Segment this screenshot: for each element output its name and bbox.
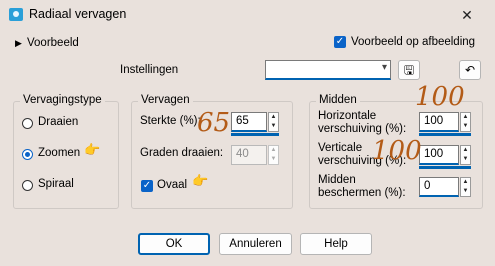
radio-draaien[interactable] bbox=[22, 118, 33, 129]
protect-label-2: beschermen (%): bbox=[318, 187, 406, 199]
v-offset-spinner[interactable]: ▲ ▼ bbox=[460, 145, 471, 165]
annotation-strength: 65 bbox=[197, 108, 231, 138]
strength-value: 65 bbox=[236, 115, 249, 127]
settings-dropdown[interactable]: ▾ bbox=[265, 60, 391, 80]
center-legend: Midden bbox=[316, 94, 360, 106]
blur-type-group: Vervagingstype Draaien Zoomen 👉 Spiraal bbox=[13, 94, 119, 209]
close-icon[interactable]: ✕ bbox=[445, 1, 489, 29]
ok-button[interactable]: OK bbox=[138, 233, 210, 255]
protect-value: 0 bbox=[424, 180, 431, 192]
annotation-v-offset: 100 bbox=[372, 136, 422, 166]
v-offset-label-1: Verticale bbox=[318, 142, 363, 154]
v-offset-input[interactable]: 100 bbox=[419, 145, 459, 165]
strength-label: Sterkte (%): bbox=[140, 115, 201, 127]
oval-label: Ovaal bbox=[157, 179, 188, 191]
reset-button[interactable]: ↶ bbox=[459, 60, 481, 80]
settings-label: Instellingen bbox=[120, 64, 179, 76]
help-button[interactable]: Help bbox=[300, 233, 372, 255]
radio-zoomen-label: Zoomen bbox=[38, 147, 81, 159]
strength-spinner[interactable]: ▲ ▼ bbox=[268, 112, 279, 132]
strength-input[interactable]: 65 bbox=[231, 112, 267, 132]
title-bar: Radiaal vervagen ✕ bbox=[0, 0, 495, 30]
rotation-input[interactable]: 40 bbox=[231, 145, 267, 165]
rotation-spinner[interactable]: ▲ ▼ bbox=[268, 145, 279, 165]
preview-on-image-label: Voorbeeld op afbeelding bbox=[351, 36, 476, 48]
v-offset-value: 100 bbox=[424, 148, 444, 160]
radio-zoomen[interactable] bbox=[22, 149, 33, 160]
app-icon bbox=[9, 8, 23, 21]
undo-icon: ↶ bbox=[464, 63, 476, 77]
preview-label: Voorbeeld bbox=[27, 37, 79, 49]
h-offset-value: 100 bbox=[424, 115, 444, 127]
radio-draaien-label: Draaien bbox=[38, 116, 79, 128]
oval-checkbox[interactable]: ✓ bbox=[141, 180, 153, 192]
annotation-h-offset: 100 bbox=[415, 82, 465, 112]
save-preset-button[interactable]: 🖫 bbox=[398, 60, 420, 80]
chevron-right-icon: ▶ bbox=[15, 38, 22, 48]
cancel-button[interactable]: Annuleren bbox=[219, 233, 292, 255]
rotation-label: Graden draaien: bbox=[140, 147, 224, 159]
radio-spiraal-label: Spiraal bbox=[38, 178, 74, 190]
chevron-down-icon: ▾ bbox=[381, 62, 387, 73]
pointing-hand-icon: 👉 bbox=[192, 173, 209, 188]
strength-slider[interactable] bbox=[231, 133, 279, 136]
v-offset-slider[interactable] bbox=[419, 166, 471, 169]
window-title: Radiaal vervagen bbox=[29, 7, 127, 21]
rotation-value: 40 bbox=[236, 148, 249, 160]
radio-spiraal[interactable] bbox=[22, 180, 33, 191]
h-offset-spinner[interactable]: ▲ ▼ bbox=[460, 112, 471, 132]
blur-type-legend: Vervagingstype bbox=[20, 94, 105, 106]
pointing-hand-icon: 👉 bbox=[84, 142, 101, 157]
protect-label-1: Midden bbox=[318, 174, 356, 186]
h-offset-label-1: Horizontale bbox=[318, 110, 377, 122]
h-offset-slider[interactable] bbox=[419, 133, 471, 136]
protect-input[interactable]: 0 bbox=[419, 177, 459, 197]
blur-legend: Vervagen bbox=[138, 94, 193, 106]
preview-on-image-checkbox[interactable]: ✓ bbox=[334, 36, 346, 48]
h-offset-input[interactable]: 100 bbox=[419, 112, 459, 132]
floppy-disk-icon: 🖫 bbox=[403, 63, 415, 77]
h-offset-label-2: verschuiving (%): bbox=[318, 123, 407, 135]
protect-spinner[interactable]: ▲ ▼ bbox=[460, 177, 471, 197]
